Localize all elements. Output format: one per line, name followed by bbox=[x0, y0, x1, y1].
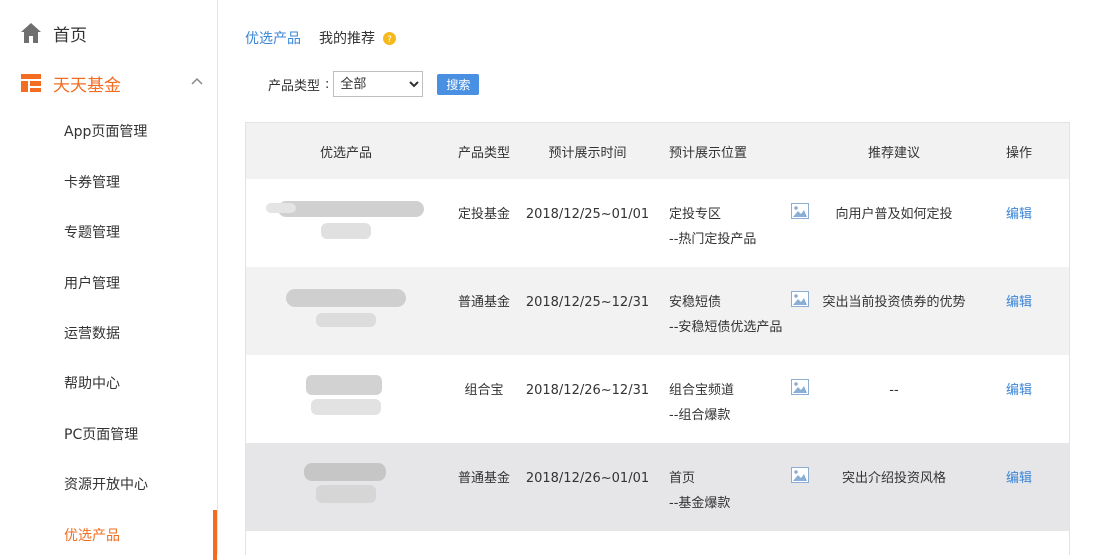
image-preview-icon[interactable] bbox=[791, 467, 809, 483]
display-time-cell: 2018/12/25~01/01 bbox=[525, 207, 650, 222]
table-row: 普通基金 2018/12/26~01/01 首页 --基金爆款 突出介绍投资风格… bbox=[246, 443, 1069, 531]
column-header: 预计展示位置 bbox=[669, 145, 748, 161]
column-header: 推荐建议 bbox=[867, 145, 920, 161]
sidebar-item-fund[interactable]: 天天基金 bbox=[0, 58, 217, 108]
tab-my-recommendations[interactable]: 我的推荐 bbox=[319, 28, 375, 48]
tab-featured-products[interactable]: 优选产品 bbox=[245, 28, 301, 48]
table-row: 定投基金 2018/12/25~01/01 定投专区 --热门定投产品 向用户普… bbox=[246, 179, 1069, 267]
product-type-cell: 普通基金 bbox=[457, 471, 510, 486]
display-time-cell: 2018/12/25~12/31 bbox=[525, 295, 650, 310]
edit-link[interactable]: 编辑 bbox=[1006, 471, 1032, 486]
blurred-product-image bbox=[266, 201, 424, 239]
blurred-product-image bbox=[306, 375, 382, 415]
chevron-up-icon[interactable] bbox=[190, 74, 204, 88]
image-preview-icon[interactable] bbox=[791, 291, 809, 307]
sidebar-item-help-center[interactable]: 帮助中心 bbox=[0, 358, 217, 408]
sidebar-item-pc-pages[interactable]: PC页面管理 bbox=[0, 409, 217, 459]
sidebar-item-label: 天天基金 bbox=[53, 75, 121, 96]
search-button[interactable]: 搜索 bbox=[437, 73, 480, 95]
filter-bar: 产品类型 : 全部 搜索 bbox=[268, 71, 480, 97]
edit-link[interactable]: 编辑 bbox=[1006, 295, 1032, 310]
column-header: 产品类型 bbox=[457, 145, 510, 161]
sidebar: 首页 天天基金 App页面管理 卡券管理 专题管理 用户管理 运营数据 帮助中心… bbox=[0, 0, 218, 560]
sidebar-item-resource-center[interactable]: 资源开放中心 bbox=[0, 459, 217, 509]
edit-link[interactable]: 编辑 bbox=[1006, 207, 1032, 222]
display-time-cell: 2018/12/26~01/01 bbox=[525, 471, 650, 486]
sidebar-item-app-pages[interactable]: App页面管理 bbox=[0, 106, 217, 156]
suggestion-cell: 突出当前投资债券的优势 bbox=[822, 295, 966, 310]
edit-link[interactable]: 编辑 bbox=[1006, 383, 1032, 398]
display-position-sub: --安稳短债优选产品 bbox=[669, 320, 783, 335]
sidebar-item-label: 首页 bbox=[53, 25, 87, 46]
table-row: 普通基金 2018/12/25~12/31 安稳短债 --安稳短债优选产品 突出… bbox=[246, 267, 1069, 355]
sidebar-item-users[interactable]: 用户管理 bbox=[0, 258, 217, 308]
table-row bbox=[246, 531, 1069, 555]
blurred-product-image bbox=[286, 289, 406, 327]
column-header: 预计展示时间 bbox=[548, 145, 627, 161]
display-time-cell: 2018/12/26~12/31 bbox=[525, 383, 650, 398]
suggestion-cell: 向用户普及如何定投 bbox=[835, 207, 953, 222]
home-icon bbox=[21, 23, 41, 43]
product-type-cell: 组合宝 bbox=[464, 383, 504, 398]
display-position-sub: --组合爆款 bbox=[669, 408, 731, 423]
column-header: 优选产品 bbox=[319, 145, 372, 161]
product-type-label: 产品类型 bbox=[268, 78, 321, 94]
sidebar-item-featured-products[interactable]: 优选产品 bbox=[0, 510, 217, 560]
sidebar-item-home[interactable]: 首页 bbox=[0, 8, 217, 58]
tab-bar: 优选产品 我的推荐 ? bbox=[245, 28, 396, 48]
image-preview-icon[interactable] bbox=[791, 203, 809, 219]
label-colon: : bbox=[325, 76, 330, 92]
table-row: 组合宝 2018/12/26~12/31 组合宝频道 --组合爆款 -- 编辑 bbox=[246, 355, 1069, 443]
store-icon bbox=[21, 74, 41, 92]
sidebar-item-operations-data[interactable]: 运营数据 bbox=[0, 308, 217, 358]
blurred-product-image bbox=[304, 463, 386, 503]
column-header: 操作 bbox=[1005, 145, 1032, 161]
product-type-cell: 普通基金 bbox=[457, 295, 510, 310]
display-position-sub: --基金爆款 bbox=[669, 496, 731, 511]
svg-text:?: ? bbox=[387, 35, 392, 45]
products-table: 优选产品 产品类型 预计展示时间 预计展示位置 推荐建议 操作 定投基金 201… bbox=[245, 122, 1070, 555]
image-preview-icon[interactable] bbox=[791, 379, 809, 395]
product-type-select[interactable]: 全部 bbox=[333, 71, 424, 97]
suggestion-cell: 突出介绍投资风格 bbox=[841, 471, 946, 486]
sidebar-item-topics[interactable]: 专题管理 bbox=[0, 207, 217, 257]
help-icon[interactable]: ? bbox=[383, 31, 396, 45]
display-position-sub: --热门定投产品 bbox=[669, 232, 757, 247]
product-type-cell: 定投基金 bbox=[457, 207, 510, 222]
table-header-row: 优选产品 产品类型 预计展示时间 预计展示位置 推荐建议 操作 bbox=[246, 123, 1069, 179]
suggestion-cell: -- bbox=[889, 383, 899, 398]
sidebar-item-coupons[interactable]: 卡券管理 bbox=[0, 157, 217, 207]
